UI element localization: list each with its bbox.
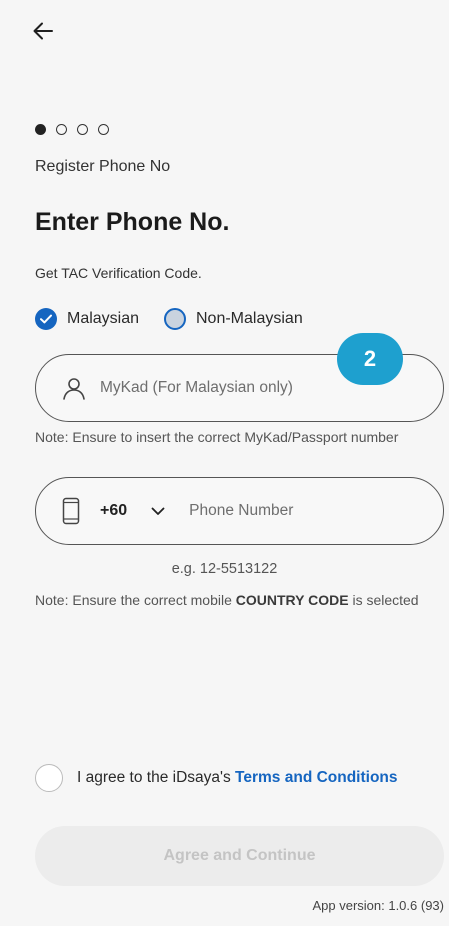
step-dot-2 bbox=[56, 124, 67, 135]
checkmark-icon bbox=[35, 308, 57, 330]
terms-agreement: I agree to the iDsaya's Terms and Condit… bbox=[35, 764, 398, 792]
phone-note-prefix: Note: Ensure the correct mobile bbox=[35, 592, 236, 608]
terms-link[interactable]: Terms and Conditions bbox=[235, 769, 397, 786]
agree-continue-button[interactable]: Agree and Continue bbox=[35, 826, 444, 886]
terms-text: I agree to the iDsaya's Terms and Condit… bbox=[77, 769, 398, 787]
phone-field[interactable]: +60 Phone Number bbox=[35, 477, 444, 545]
arrow-left-icon bbox=[33, 22, 53, 40]
step-dot-3 bbox=[77, 124, 88, 135]
terms-checkbox[interactable] bbox=[35, 764, 63, 792]
step-dot-1 bbox=[35, 124, 46, 135]
back-button[interactable] bbox=[26, 14, 60, 48]
radio-unchecked-icon bbox=[164, 308, 186, 330]
step-badge: 2 bbox=[337, 333, 403, 385]
radio-non-malaysian-label: Non-Malaysian bbox=[196, 310, 303, 327]
mobile-phone-icon bbox=[62, 497, 80, 525]
phone-number-placeholder: Phone Number bbox=[189, 502, 294, 519]
step-dot-4 bbox=[98, 124, 109, 135]
mykad-placeholder: MyKad (For Malaysian only) bbox=[100, 379, 293, 396]
person-icon bbox=[63, 378, 85, 400]
phone-note-bold: COUNTRY CODE bbox=[235, 592, 349, 608]
radio-malaysian-label: Malaysian bbox=[67, 310, 140, 327]
step-indicator bbox=[35, 124, 109, 135]
phone-note: Note: Ensure the correct mobile COUNTRY … bbox=[35, 591, 425, 609]
radio-malaysian[interactable]: Malaysian bbox=[35, 308, 139, 330]
app-version: App version: 1.0.6 (93) bbox=[312, 898, 444, 913]
step-label: Register Phone No bbox=[35, 158, 171, 175]
terms-prefix: I agree to the iDsaya's bbox=[77, 769, 236, 786]
page-title: Enter Phone No. bbox=[35, 208, 230, 236]
radio-non-malaysian[interactable]: Non-Malaysian bbox=[164, 308, 303, 330]
chevron-down-icon[interactable] bbox=[151, 507, 165, 516]
phone-example: e.g. 12-5513122 bbox=[171, 561, 278, 577]
page-subtitle: Get TAC Verification Code. bbox=[35, 265, 202, 281]
phone-note-suffix: is selected bbox=[348, 592, 419, 608]
country-code[interactable]: +60 bbox=[100, 502, 127, 520]
mykad-note: Note: Ensure to insert the correct MyKad… bbox=[35, 429, 399, 445]
